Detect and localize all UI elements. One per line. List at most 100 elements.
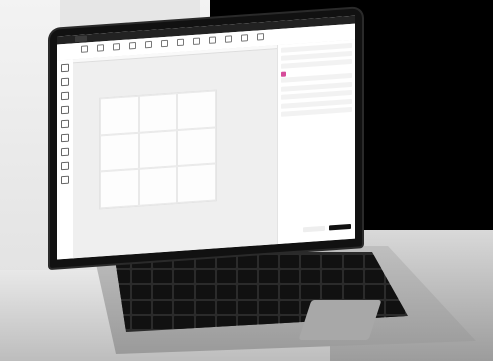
toolbar-item[interactable]	[159, 39, 169, 51]
toolbar-item[interactable]	[255, 33, 265, 44]
toolbar-item[interactable]	[111, 43, 121, 54]
key	[343, 285, 363, 299]
tool-icon[interactable]	[61, 175, 69, 185]
tool-icon[interactable]	[61, 161, 69, 171]
grid-cell[interactable]	[100, 95, 139, 136]
design-canvas[interactable]	[73, 45, 277, 259]
tool-icon[interactable]	[61, 63, 69, 73]
toolbar-item[interactable]	[223, 35, 233, 46]
toolbar-tool-icon	[256, 33, 264, 41]
grid-cell[interactable]	[138, 129, 178, 170]
tool-icon[interactable]	[61, 91, 69, 101]
primary-button[interactable]	[329, 223, 351, 231]
key	[216, 300, 236, 314]
key	[280, 300, 300, 314]
key	[301, 270, 321, 284]
tool-icon[interactable]	[61, 147, 69, 157]
color-swatch[interactable]	[281, 71, 286, 77]
key	[237, 270, 257, 284]
key	[174, 315, 194, 329]
key	[322, 285, 342, 299]
key	[258, 255, 279, 269]
key	[195, 285, 215, 299]
toolbar-tool-icon	[96, 44, 104, 52]
toolbar-tool-icon	[208, 36, 216, 44]
properties-panel	[277, 39, 355, 245]
key	[258, 300, 279, 314]
key	[343, 255, 363, 269]
key	[174, 300, 194, 314]
grid-cell[interactable]	[138, 93, 178, 133]
toolbar-tool-icon	[224, 35, 232, 43]
key	[195, 300, 215, 314]
grid-cell[interactable]	[100, 132, 139, 172]
key	[174, 270, 194, 284]
key	[174, 285, 194, 299]
key	[132, 270, 152, 284]
toolbar-tool-icon	[80, 45, 88, 53]
tool-icon[interactable]	[61, 133, 69, 143]
toolbar-tool-icon	[128, 42, 136, 50]
laptop-trackpad	[298, 300, 382, 340]
laptop-screen	[57, 15, 355, 260]
key	[237, 300, 257, 314]
secondary-button[interactable]	[303, 225, 325, 233]
key	[280, 255, 300, 269]
document-tab[interactable]	[75, 35, 87, 43]
key	[132, 300, 152, 314]
toolbar-tool-icon	[144, 40, 152, 49]
toolbar-item[interactable]	[175, 38, 185, 50]
key	[195, 270, 215, 284]
key	[237, 255, 257, 269]
grid-cell[interactable]	[100, 169, 139, 209]
toolbar-item[interactable]	[127, 42, 137, 53]
toolbar-tool-icon	[160, 39, 168, 48]
key	[280, 270, 300, 284]
key	[237, 285, 257, 299]
key	[364, 270, 384, 284]
key	[153, 315, 173, 329]
panel-field[interactable]	[281, 72, 352, 83]
tool-icon[interactable]	[61, 77, 69, 87]
key	[216, 285, 236, 299]
key	[216, 270, 236, 284]
key	[258, 270, 279, 284]
toolbar-tool-icon	[192, 37, 200, 46]
key	[364, 285, 384, 299]
toolbar-item[interactable]	[239, 34, 249, 45]
laptop-lid	[50, 8, 362, 269]
key	[195, 315, 215, 329]
key	[132, 315, 152, 329]
key	[153, 270, 173, 284]
key	[216, 255, 236, 269]
toolbar-tool-icon	[240, 34, 248, 42]
toolbar-item[interactable]	[95, 44, 105, 55]
toolbar-item[interactable]	[207, 36, 217, 47]
grid-cell[interactable]	[177, 163, 216, 204]
key	[322, 255, 342, 269]
key	[343, 270, 363, 284]
key	[322, 270, 342, 284]
grid-cell[interactable]	[177, 90, 216, 130]
panel-field[interactable]	[281, 58, 352, 69]
artboard-grid[interactable]	[99, 89, 217, 210]
toolbar-item[interactable]	[143, 40, 153, 52]
toolbar-item[interactable]	[79, 45, 89, 56]
grid-cell[interactable]	[138, 166, 178, 206]
toolbar-tool-icon	[112, 43, 120, 51]
panel-field[interactable]	[281, 106, 352, 117]
key	[301, 255, 321, 269]
tool-sidebar	[57, 59, 74, 260]
key	[153, 300, 173, 314]
tool-icon[interactable]	[61, 119, 69, 129]
key	[258, 285, 279, 299]
tool-icon[interactable]	[61, 105, 69, 115]
toolbar-tool-icon	[176, 38, 184, 47]
key	[301, 285, 321, 299]
key	[132, 285, 152, 299]
panel-field[interactable]	[281, 89, 352, 100]
toolbar-item[interactable]	[191, 37, 201, 48]
grid-cell[interactable]	[177, 127, 216, 167]
key	[153, 285, 173, 299]
key	[280, 285, 300, 299]
